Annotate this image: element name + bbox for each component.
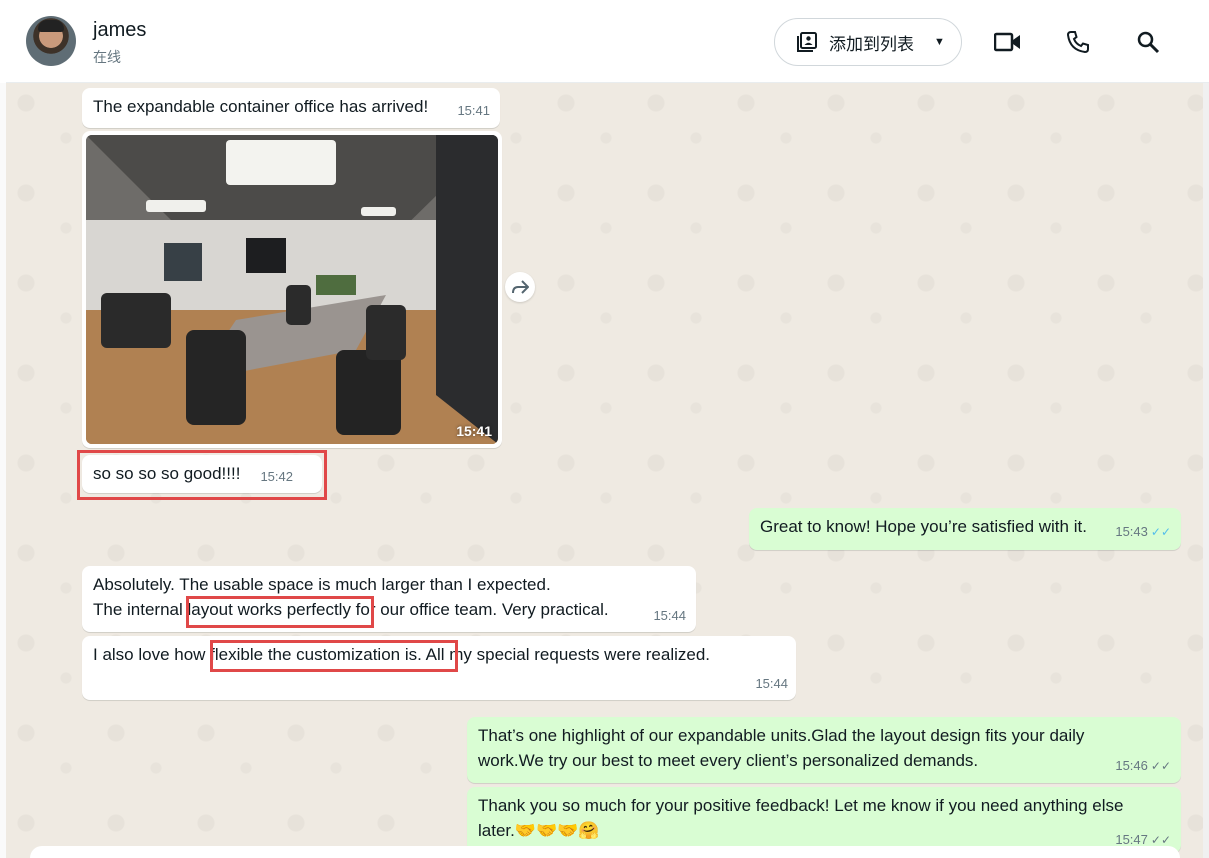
highlight-box	[186, 596, 374, 628]
forward-icon	[512, 280, 529, 294]
scrollbar[interactable]	[1203, 83, 1209, 858]
message-incoming[interactable]: Absolutely. The usable space is much lar…	[82, 566, 696, 632]
double-check-read-icon: ✓✓	[1150, 525, 1171, 539]
double-check-icon: ✓✓	[1150, 759, 1171, 773]
contact-name[interactable]: james	[93, 19, 146, 42]
message-incoming[interactable]: The expandable container office has arri…	[82, 88, 500, 128]
image-time: 15:41	[456, 423, 492, 439]
contact-status: 在线	[93, 49, 121, 65]
message-line: Absolutely. The usable space is much lar…	[93, 575, 551, 594]
message-time: 15:46 ✓✓	[1115, 758, 1171, 773]
avatar[interactable]	[26, 16, 76, 66]
chat-header: james 在线 添加到列表 ▼	[6, 0, 1209, 83]
composer-edge	[30, 846, 1180, 858]
message-time: 15:44	[653, 608, 686, 623]
video-call-icon[interactable]	[994, 28, 1022, 56]
message-text: Great to know! Hope you’re satisfied wit…	[760, 517, 1087, 536]
highlight-box	[77, 450, 327, 500]
contact-list-icon	[797, 32, 817, 52]
add-to-list-label: 添加到列表	[829, 34, 914, 54]
message-text: The expandable container office has arri…	[93, 97, 429, 116]
message-line: The internal layout works perfectly for …	[93, 600, 609, 619]
forward-button[interactable]	[505, 272, 535, 302]
message-time: 15:43 ✓✓	[1115, 524, 1171, 539]
message-time: 15:44	[755, 676, 788, 691]
message-line: Thank you so much for your positive feed…	[478, 796, 1124, 815]
message-line: work.We try our best to meet every clien…	[478, 751, 979, 770]
message-time: 15:41	[457, 103, 490, 118]
voice-call-icon[interactable]	[1064, 28, 1092, 56]
message-outgoing[interactable]: Great to know! Hope you’re satisfied wit…	[749, 508, 1181, 550]
message-line: That’s one highlight of our expandable u…	[478, 726, 1085, 745]
add-to-list-button[interactable]: 添加到列表 ▼	[774, 18, 962, 66]
chevron-down-icon: ▼	[934, 36, 945, 48]
message-outgoing[interactable]: That’s one highlight of our expandable u…	[467, 717, 1181, 783]
office-photo[interactable]: 15:41	[86, 135, 498, 444]
message-outgoing[interactable]: Thank you so much for your positive feed…	[467, 787, 1181, 853]
message-line: later.🤝🤝🤝🤗	[478, 821, 600, 840]
search-icon[interactable]	[1134, 28, 1162, 56]
highlight-box	[210, 640, 458, 672]
double-check-icon: ✓✓	[1150, 833, 1171, 847]
